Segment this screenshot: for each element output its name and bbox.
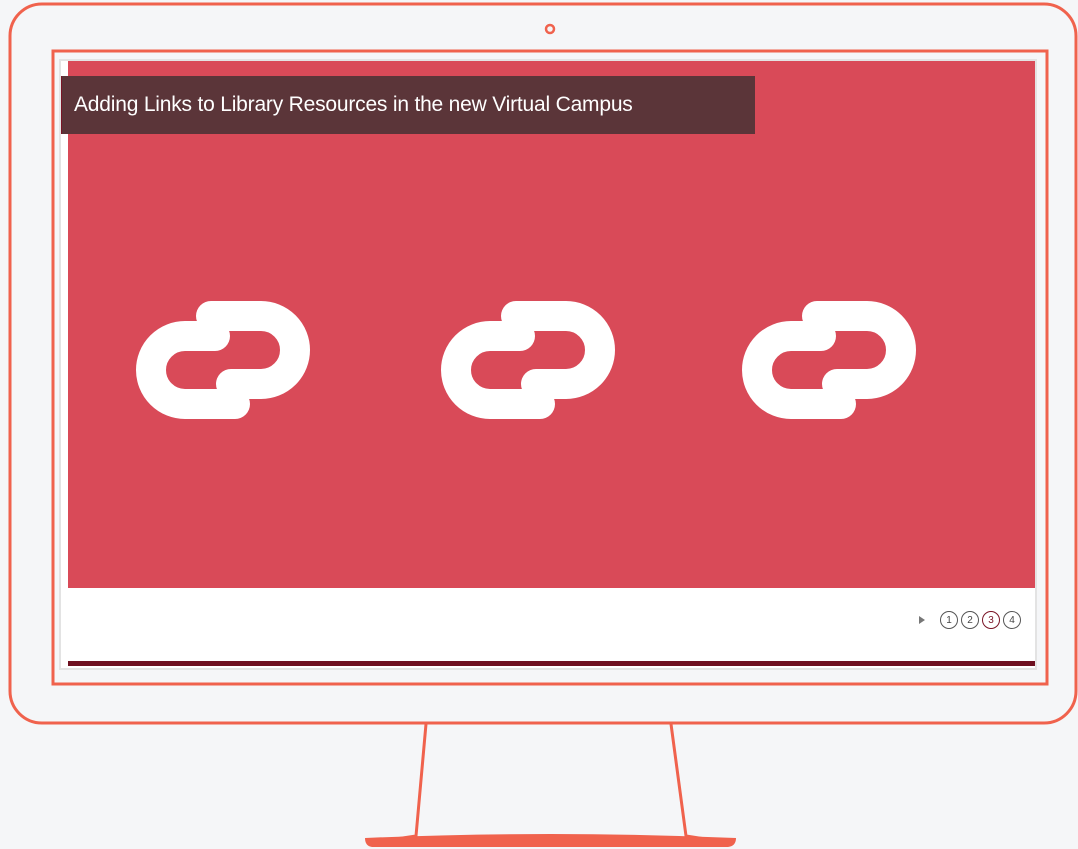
monitor-frame: Adding Links to Library Resources in the…: [0, 0, 1078, 849]
link-icon: [151, 316, 295, 404]
slide-title-bar: Adding Links to Library Resources in the…: [61, 76, 755, 134]
slide-title: Adding Links to Library Resources in the…: [74, 93, 633, 116]
page-dot-1[interactable]: 1: [940, 611, 958, 629]
page-dot-2[interactable]: 2: [961, 611, 979, 629]
page-dot-4[interactable]: 4: [1003, 611, 1021, 629]
slide[interactable]: [68, 61, 1035, 588]
play-icon[interactable]: [919, 616, 925, 624]
presentation-screen: Adding Links to Library Resources in the…: [61, 61, 1035, 668]
chain-links-graphic: [68, 61, 1035, 588]
link-icon: [456, 316, 600, 404]
slide-controls: 1 2 3 4: [919, 611, 1021, 629]
progress-bar: [68, 661, 1035, 666]
link-icon: [757, 316, 901, 404]
page-dot-3[interactable]: 3: [982, 611, 1000, 629]
